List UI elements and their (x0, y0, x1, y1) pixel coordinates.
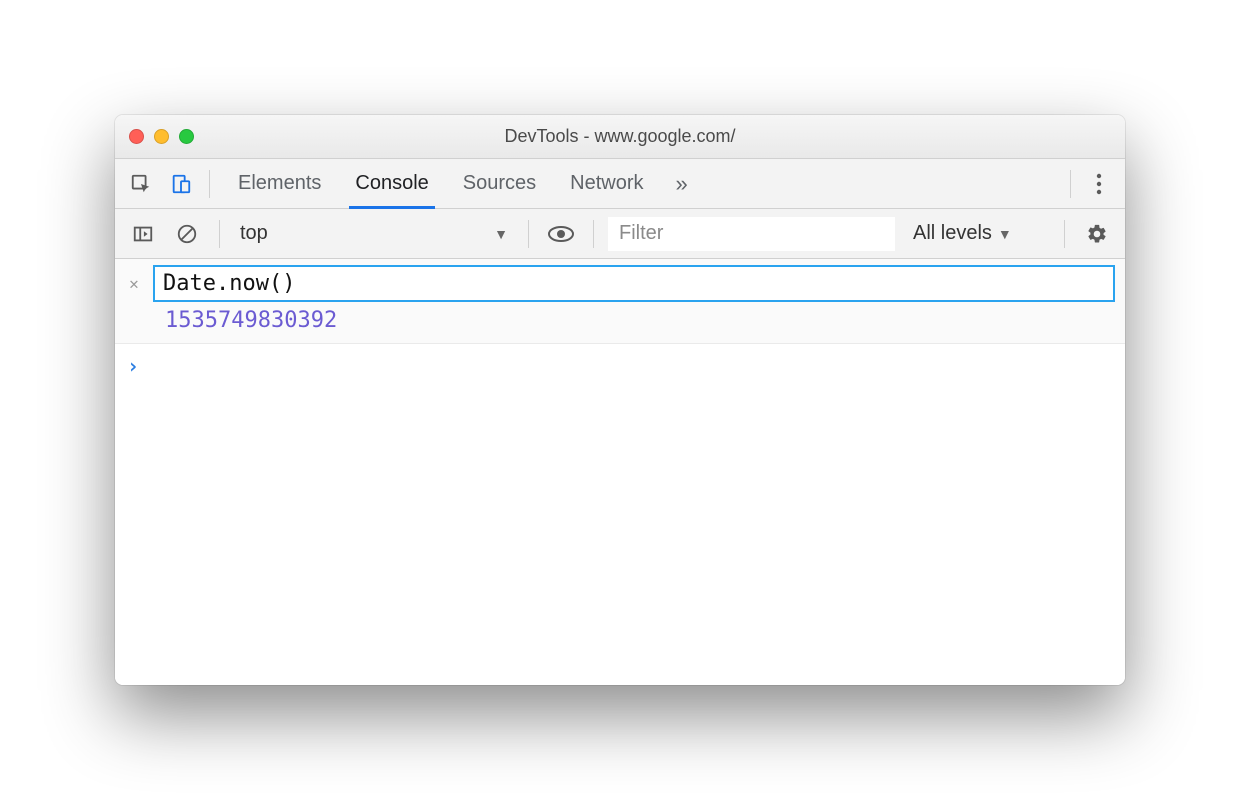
clear-console-icon[interactable] (169, 216, 205, 252)
close-window-button[interactable] (129, 129, 144, 144)
inspect-element-icon[interactable] (123, 166, 159, 202)
separator (1064, 220, 1065, 248)
main-toolbar: Elements Console Sources Network » (115, 159, 1125, 209)
live-expression-input[interactable] (153, 265, 1115, 302)
device-toggle-icon[interactable] (163, 166, 199, 202)
console-output: ✕ 1535749830392 › (115, 259, 1125, 685)
tab-console[interactable]: Console (355, 159, 428, 208)
live-expression-icon[interactable] (543, 216, 579, 252)
chevron-down-icon: ▼ (494, 226, 508, 242)
minimize-window-button[interactable] (154, 129, 169, 144)
tab-network[interactable]: Network (570, 159, 643, 208)
chevron-down-icon: ▼ (998, 226, 1012, 242)
zoom-window-button[interactable] (179, 129, 194, 144)
log-levels-label: All levels (913, 222, 992, 245)
separator (219, 220, 220, 248)
titlebar: DevTools - www.google.com/ (115, 115, 1125, 159)
live-expression-entry: ✕ 1535749830392 (115, 259, 1125, 344)
more-tabs-icon[interactable]: » (676, 171, 688, 197)
toggle-sidebar-icon[interactable] (125, 216, 161, 252)
traffic-lights (129, 129, 194, 144)
separator (209, 170, 210, 198)
prompt-chevron-icon: › (127, 354, 139, 378)
kebab-menu-icon[interactable] (1081, 166, 1117, 202)
tab-sources[interactable]: Sources (463, 159, 536, 208)
live-expression-result: 1535749830392 (165, 308, 1115, 333)
context-selector[interactable]: top ▼ (234, 222, 514, 245)
filter-input[interactable] (608, 217, 895, 251)
remove-expression-icon[interactable]: ✕ (125, 274, 143, 293)
panel-tabs: Elements Console Sources Network (238, 159, 644, 208)
console-toolbar: top ▼ All levels ▼ (115, 209, 1125, 259)
window-title: DevTools - www.google.com/ (115, 126, 1125, 147)
console-prompt[interactable]: › (115, 344, 1125, 388)
separator (1070, 170, 1071, 198)
context-value: top (240, 222, 268, 245)
log-levels-selector[interactable]: All levels ▼ (913, 222, 1012, 245)
tab-elements[interactable]: Elements (238, 159, 321, 208)
devtools-window: DevTools - www.google.com/ Elements Cons… (115, 115, 1125, 685)
separator (528, 220, 529, 248)
console-settings-icon[interactable] (1079, 216, 1115, 252)
separator (593, 220, 594, 248)
